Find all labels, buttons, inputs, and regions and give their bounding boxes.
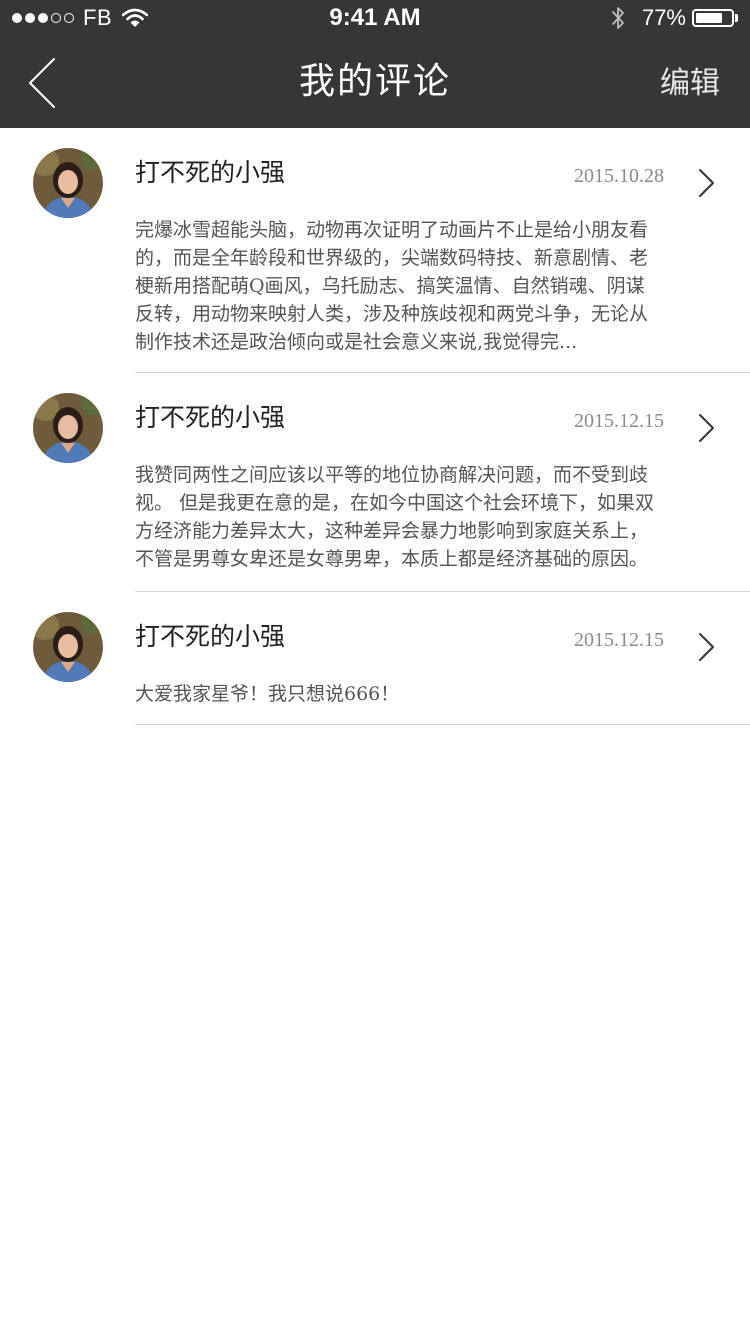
page-title: 我的评论 [298, 61, 451, 102]
comment-list: 打不死的小强 2015.10.28 完爆冰雪超能头脑，动物再次证明了动画片不止是… [0, 128, 750, 725]
avatar [33, 612, 103, 682]
battery-cap [735, 14, 738, 22]
status-bar: FB 9:41 AM 77% [0, 0, 750, 36]
bluetooth-icon [612, 7, 624, 29]
comment-username: 打不死的小强 [135, 622, 286, 651]
battery-icon [692, 9, 734, 27]
comment-date: 2015.10.28 [574, 165, 664, 187]
user-avatar-image [33, 393, 103, 463]
user-avatar-image [33, 148, 103, 218]
chevron-right-icon [699, 414, 714, 442]
comment-item[interactable]: 打不死的小强 2015.12.15 大爱我家星爷！我只想说666！ [0, 592, 750, 725]
comment-item[interactable]: 打不死的小强 2015.12.15 我赞同两性之间应该以平等的地位协商解决问题，… [0, 373, 750, 592]
comment-username: 打不死的小强 [135, 158, 286, 187]
chevron-right-icon [699, 169, 714, 197]
avatar [33, 393, 103, 463]
navigation-bar: 我的评论 编辑 [0, 36, 750, 128]
edit-button[interactable]: 编辑 [660, 64, 720, 104]
user-avatar-image [33, 612, 103, 682]
battery-level-fill [696, 13, 722, 23]
battery-percent: 77% [641, 5, 686, 30]
comment-text: 大爱我家星爷！我只想说666！ [135, 683, 400, 705]
row-divider [135, 724, 750, 725]
avatar [33, 148, 103, 218]
comment-username: 打不死的小强 [135, 403, 286, 432]
chevron-right-icon [699, 633, 714, 661]
status-right: 77% [610, 4, 738, 32]
comment-date: 2015.12.15 [574, 629, 664, 651]
comment-item[interactable]: 打不死的小强 2015.10.28 完爆冰雪超能头脑，动物再次证明了动画片不止是… [0, 128, 750, 373]
comment-date: 2015.12.15 [574, 410, 664, 432]
